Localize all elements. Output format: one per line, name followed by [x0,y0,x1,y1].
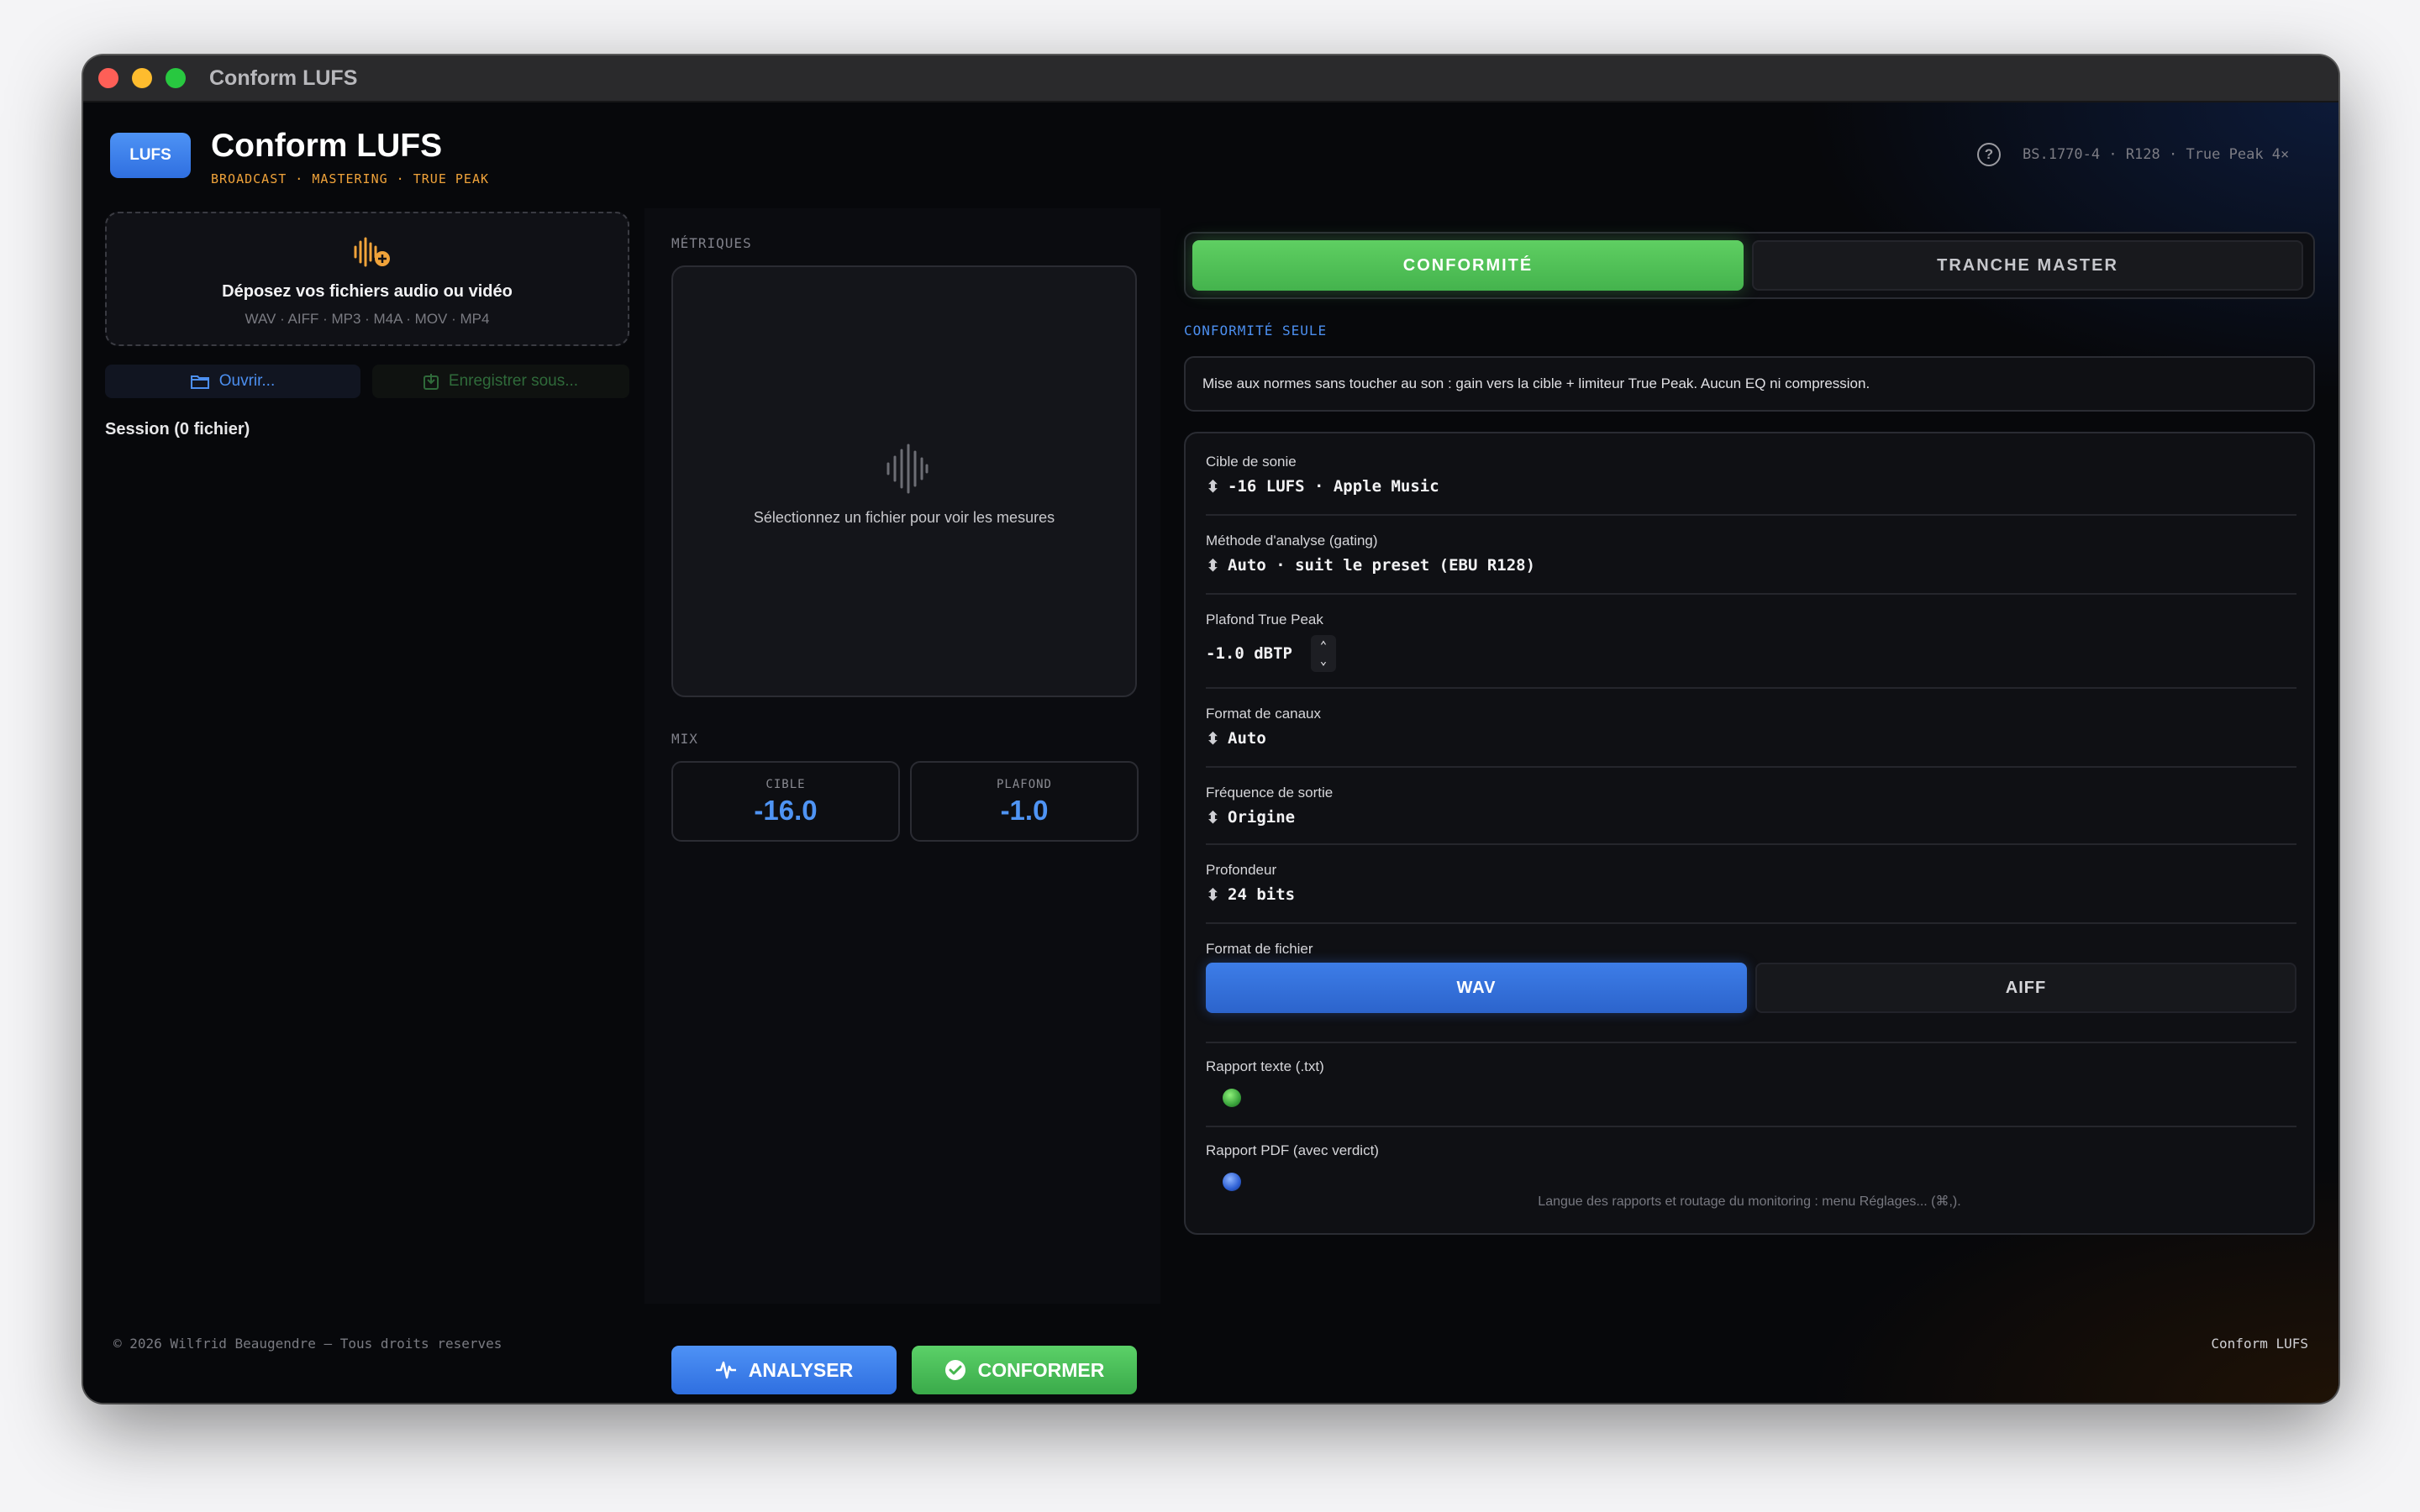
ceiling-card-value: -1.0 [1000,795,1049,826]
mode-caption: CONFORMITÉ SEULE [1184,323,1328,339]
copyright-text: © 2026 Wilfrid Beaugendre — Tous droits … [113,1336,502,1352]
format-aiff-button[interactable]: AIFF [1755,963,2296,1013]
chevron-up-down-icon: ⬍ [1206,728,1220,748]
zoom-window-button[interactable] [166,68,186,88]
true-peak-field[interactable]: -1.0 dBTP ⌃ ⌄ [1206,635,1336,672]
file-format-label: Format de fichier [1206,941,1313,957]
metrics-section-label: MÉTRIQUES [671,235,752,251]
drop-zone[interactable]: Déposez vos fichiers audio ou vidéo WAV … [105,212,629,346]
save-as-button-label: Enregistrer sous... [448,372,579,390]
channel-format-select[interactable]: ⬍ Auto [1206,729,1266,748]
channel-format-label: Format de canaux [1206,706,1322,722]
true-peak-label: Plafond True Peak [1206,612,1323,627]
app-header: LUFS Conform LUFS BROADCAST · MASTERING … [83,102,2338,208]
standards-label: BS.1770-4 · R128 · True Peak 4× [2023,146,2290,163]
loudness-target-select[interactable]: ⬍ -16 LUFS · Apple Music [1206,477,1439,496]
chevron-up-down-icon: ⬍ [1206,885,1220,905]
pdf-report-row: Rapport PDF (avec verdict) [1206,1127,2296,1191]
waveform-icon [886,444,929,494]
metrics-panel: MÉTRIQUES Sélectionnez un fichier pour v… [644,208,1160,1304]
channel-format-value: Auto [1228,729,1266,748]
text-report-label: Rapport texte (.txt) [1206,1058,1324,1074]
format-wav-button[interactable]: WAV [1206,963,1747,1013]
footer: © 2026 Wilfrid Beaugendre — Tous droits … [83,1304,2338,1403]
text-report-row: Rapport texte (.txt) [1206,1043,2296,1127]
bit-depth-label: Profondeur [1206,862,1277,878]
waveform-plus-icon [354,237,390,267]
channel-format-row: Format de canaux ⬍ Auto [1206,689,2296,768]
settings-footnote: Langue des rapports et routage du monito… [1538,1194,1961,1209]
app-subtitle: BROADCAST · MASTERING · TRUE PEAK [211,171,490,186]
app-content: LUFS Conform LUFS BROADCAST · MASTERING … [83,102,2338,1403]
pdf-report-toggle[interactable] [1223,1173,1241,1191]
drop-zone-title: Déposez vos fichiers audio ou vidéo [222,282,513,301]
stepper-icon[interactable]: ⌃ ⌄ [1310,635,1336,672]
gating-method-value: Auto · suit le preset (EBU R128) [1228,556,1536,575]
loudness-target-label: Cible de sonie [1206,454,1297,470]
bit-depth-row: Profondeur ⬍ 24 bits [1206,845,2296,924]
true-peak-row: Plafond True Peak -1.0 dBTP ⌃ ⌄ [1206,595,2296,689]
open-button-label: Ouvrir... [218,372,276,390]
mix-section-label: MIX [671,731,698,747]
mode-master-tab[interactable]: TRANCHE MASTER [1752,240,2303,291]
target-card-label: CIBLE [765,778,806,791]
logo-badge: LUFS [110,133,191,178]
chevron-up-down-icon: ⬍ [1206,807,1220,827]
sample-rate-label: Fréquence de sortie [1206,785,1334,801]
question-circle-icon[interactable]: ? [1977,143,2001,166]
target-card-value: -16.0 [754,795,818,826]
mode-compliance-tab[interactable]: CONFORMITÉ [1192,240,1744,291]
sample-rate-row: Fréquence de sortie ⬍ Origine [1206,768,2296,845]
gating-method-select[interactable]: ⬍ Auto · suit le preset (EBU R128) [1206,556,1535,575]
ceiling-card-label: PLAFOND [996,778,1052,791]
loudness-target-row: Cible de sonie ⬍ -16 LUFS · Apple Music [1206,433,2296,516]
loudness-target-value: -16 LUFS · Apple Music [1228,477,1439,496]
pdf-report-label: Rapport PDF (avec verdict) [1206,1142,1379,1158]
folder-icon [190,375,209,389]
close-window-button[interactable] [98,68,118,88]
settings-panel: CONFORMITÉ TRANCHE MASTER CONFORMITÉ SEU… [1160,208,2338,1304]
target-card: CIBLE -16.0 [671,761,900,842]
sample-rate-value: Origine [1228,808,1296,827]
gating-method-row: Méthode d'analyse (gating) ⬍ Auto · suit… [1206,516,2296,595]
bit-depth-select[interactable]: ⬍ 24 bits [1206,885,1295,904]
drop-zone-formats: WAV · AIFF · MP3 · M4A · MOV · MP4 [245,311,490,327]
save-as-button[interactable]: Enregistrer sous... [372,365,629,398]
sample-rate-select[interactable]: ⬍ Origine [1206,808,1295,827]
settings-card: Cible de sonie ⬍ -16 LUFS · Apple Music … [1184,432,2315,1235]
open-button[interactable]: Ouvrir... [105,365,360,398]
text-report-toggle[interactable] [1223,1089,1241,1107]
footer-brand: Conform LUFS [2211,1336,2308,1352]
app-window: Conform LUFS LUFS Conform LUFS BROADCAST… [83,55,2338,1403]
window-controls [98,68,186,88]
mode-switch: CONFORMITÉ TRANCHE MASTER [1184,232,2315,299]
file-panel: Déposez vos fichiers audio ou vidéo WAV … [83,208,644,1304]
chevron-up-down-icon: ⬍ [1206,555,1220,575]
app-title: Conform LUFS [211,128,443,164]
gating-method-label: Méthode d'analyse (gating) [1206,533,1378,549]
session-header: Session (0 fichier) [105,420,250,438]
save-icon [423,374,439,390]
minimize-window-button[interactable] [132,68,152,88]
true-peak-value: -1.0 dBTP [1206,644,1292,663]
mode-description: Mise aux normes sans toucher au son : ga… [1184,356,2315,412]
ceiling-card: PLAFOND -1.0 [910,761,1139,842]
title-bar: Conform LUFS [83,55,2338,102]
metrics-empty-message: Sélectionnez un fichier pour voir les me… [753,509,1055,526]
metrics-display: Sélectionnez un fichier pour voir les me… [671,265,1137,697]
bit-depth-value: 24 bits [1228,885,1296,904]
chevron-up-down-icon: ⬍ [1206,476,1220,496]
window-title: Conform LUFS [209,66,358,90]
